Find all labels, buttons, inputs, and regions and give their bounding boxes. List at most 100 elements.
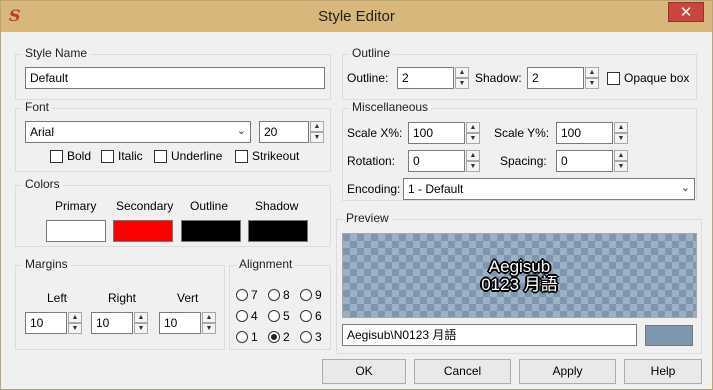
margin-right-label: Right bbox=[108, 291, 137, 305]
preview-line-2: 0123 月語 bbox=[481, 275, 558, 294]
spin-up-icon[interactable]: ▲ bbox=[134, 312, 148, 323]
alignment-radio-6[interactable] bbox=[300, 310, 312, 322]
margin-vert-input[interactable]: 10 bbox=[159, 312, 201, 334]
rotation-label: Rotation: bbox=[347, 154, 396, 168]
alignment-group: Alignment 7 8 9 4 5 6 1 2 3 bbox=[229, 257, 331, 350]
bold-label: Bold bbox=[67, 149, 92, 163]
font-group: Font Arial ⌄ 20 ▲ ▼ Bold Italic Underlin… bbox=[15, 100, 331, 172]
spin-down-icon[interactable]: ▼ bbox=[614, 161, 628, 172]
opaque-box-checkbox[interactable] bbox=[607, 72, 620, 85]
spacing-label: Spacing: bbox=[500, 154, 547, 168]
secondary-color-label: Secondary bbox=[116, 199, 174, 213]
spin-down-icon[interactable]: ▼ bbox=[466, 161, 480, 172]
outline-color-swatch[interactable] bbox=[181, 220, 241, 242]
font-size-stepper[interactable]: ▲ ▼ bbox=[310, 121, 324, 143]
opaque-box-label: Opaque box bbox=[624, 71, 690, 85]
outline-color-label: Outline bbox=[190, 199, 229, 213]
preview-background-color-swatch[interactable] bbox=[645, 325, 693, 346]
margin-left-stepper[interactable]: ▲ ▼ bbox=[68, 312, 82, 334]
alignment-label-6: 6 bbox=[315, 309, 322, 323]
spacing-input[interactable]: 0 bbox=[556, 150, 613, 172]
colors-group: Colors Primary Secondary Outline Shadow bbox=[15, 177, 331, 247]
alignment-radio-2[interactable] bbox=[268, 331, 280, 343]
margin-right-stepper[interactable]: ▲ ▼ bbox=[134, 312, 148, 334]
shadow-distance-input[interactable]: 2 bbox=[527, 67, 584, 89]
shadow-distance-stepper[interactable]: ▲ ▼ bbox=[585, 67, 599, 89]
outline-width-label: Outline: bbox=[347, 71, 389, 85]
ok-button[interactable]: OK bbox=[322, 359, 406, 384]
spin-up-icon[interactable]: ▲ bbox=[585, 67, 599, 78]
spin-up-icon[interactable]: ▲ bbox=[68, 312, 82, 323]
font-size-input[interactable]: 20 bbox=[259, 121, 309, 143]
spin-up-icon[interactable]: ▲ bbox=[455, 67, 469, 78]
alignment-radio-5[interactable] bbox=[268, 310, 280, 322]
margins-group-title: Margins bbox=[22, 257, 71, 271]
underline-checkbox[interactable] bbox=[154, 150, 167, 163]
font-family-select[interactable]: Arial ⌄ bbox=[25, 121, 251, 143]
strikeout-label: Strikeout bbox=[252, 149, 300, 163]
alignment-radio-9[interactable] bbox=[300, 289, 312, 301]
outline-width-stepper[interactable]: ▲ ▼ bbox=[455, 67, 469, 89]
title-bar[interactable]: S Style Editor ✕ bbox=[1, 1, 712, 32]
scale-x-input[interactable]: 100 bbox=[408, 122, 465, 144]
help-button[interactable]: Help bbox=[624, 359, 702, 384]
alignment-radio-3[interactable] bbox=[300, 331, 312, 343]
style-name-input[interactable]: Default bbox=[25, 67, 325, 89]
encoding-select[interactable]: 1 - Default ⌄ bbox=[403, 178, 695, 200]
preview-text-input[interactable]: Aegisub\N0123 月語 bbox=[342, 324, 637, 346]
scale-y-stepper[interactable]: ▲ ▼ bbox=[614, 122, 628, 144]
spin-down-icon[interactable]: ▼ bbox=[68, 323, 82, 334]
window-title: Style Editor bbox=[318, 8, 395, 25]
encoding-label: Encoding: bbox=[347, 182, 401, 196]
rotation-input[interactable]: 0 bbox=[408, 150, 465, 172]
shadow-color-swatch[interactable] bbox=[248, 220, 308, 242]
alignment-radio-7[interactable] bbox=[236, 289, 248, 301]
spin-up-icon[interactable]: ▲ bbox=[614, 150, 628, 161]
margin-vert-stepper[interactable]: ▲ ▼ bbox=[202, 312, 216, 334]
spin-down-icon[interactable]: ▼ bbox=[455, 78, 469, 89]
chevron-down-icon: ⌄ bbox=[680, 182, 690, 194]
spin-down-icon[interactable]: ▼ bbox=[466, 133, 480, 144]
style-name-group: Style Name Default bbox=[15, 46, 331, 100]
alignment-label-3: 3 bbox=[315, 330, 322, 344]
spin-up-icon[interactable]: ▲ bbox=[310, 121, 324, 132]
spacing-stepper[interactable]: ▲ ▼ bbox=[614, 150, 628, 172]
rotation-stepper[interactable]: ▲ ▼ bbox=[466, 150, 480, 172]
spin-up-icon[interactable]: ▲ bbox=[466, 150, 480, 161]
spin-down-icon[interactable]: ▼ bbox=[134, 323, 148, 334]
alignment-label-2: 2 bbox=[283, 330, 290, 344]
spin-down-icon[interactable]: ▼ bbox=[310, 132, 324, 143]
alignment-radio-4[interactable] bbox=[236, 310, 248, 322]
style-name-group-title: Style Name bbox=[22, 46, 91, 60]
alignment-label-4: 4 bbox=[251, 309, 258, 323]
strikeout-checkbox[interactable] bbox=[235, 150, 248, 163]
preview-group-title: Preview bbox=[343, 211, 392, 225]
scale-y-label: Scale Y%: bbox=[494, 126, 550, 140]
close-button[interactable]: ✕ bbox=[668, 2, 704, 22]
spin-up-icon[interactable]: ▲ bbox=[614, 122, 628, 133]
scale-x-stepper[interactable]: ▲ ▼ bbox=[466, 122, 480, 144]
outline-group: Outline Outline: 2 ▲ ▼ Shadow: 2 ▲ ▼ Opa… bbox=[342, 46, 697, 100]
secondary-color-swatch[interactable] bbox=[113, 220, 173, 242]
italic-checkbox[interactable] bbox=[101, 150, 114, 163]
bold-checkbox[interactable] bbox=[50, 150, 63, 163]
spin-up-icon[interactable]: ▲ bbox=[466, 122, 480, 133]
scale-y-input[interactable]: 100 bbox=[556, 122, 613, 144]
spin-up-icon[interactable]: ▲ bbox=[202, 312, 216, 323]
alignment-radio-1[interactable] bbox=[236, 331, 248, 343]
apply-button[interactable]: Apply bbox=[519, 359, 616, 384]
margin-right-input[interactable]: 10 bbox=[91, 312, 133, 334]
spin-down-icon[interactable]: ▼ bbox=[585, 78, 599, 89]
cancel-button[interactable]: Cancel bbox=[414, 359, 511, 384]
primary-color-swatch[interactable] bbox=[46, 220, 106, 242]
alignment-label-5: 5 bbox=[283, 309, 290, 323]
spin-down-icon[interactable]: ▼ bbox=[202, 323, 216, 334]
underline-label: Underline bbox=[171, 149, 223, 163]
margin-left-input[interactable]: 10 bbox=[25, 312, 67, 334]
spin-down-icon[interactable]: ▼ bbox=[614, 133, 628, 144]
alignment-radio-8[interactable] bbox=[268, 289, 280, 301]
miscellaneous-group-title: Miscellaneous bbox=[349, 100, 432, 114]
outline-width-input[interactable]: 2 bbox=[397, 67, 454, 89]
font-family-value: Arial bbox=[30, 125, 55, 139]
dialog-content: Style Name Default Font Arial ⌄ 20 ▲ ▼ B… bbox=[9, 32, 705, 384]
